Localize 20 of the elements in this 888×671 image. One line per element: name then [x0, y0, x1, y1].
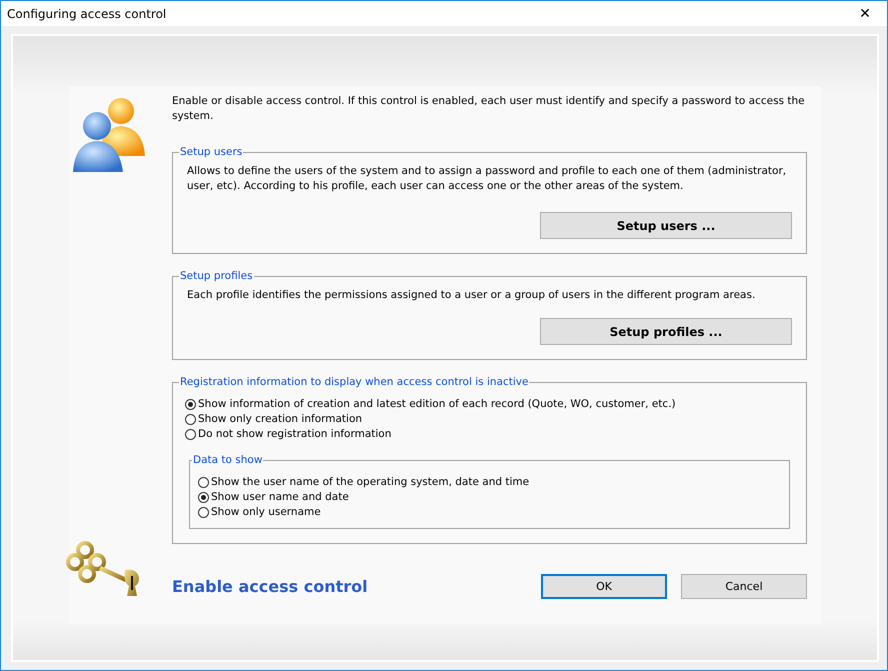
radio-option[interactable]: Show only creation information [185, 413, 792, 425]
cancel-button[interactable]: Cancel [681, 574, 807, 599]
group-title: Setup users [179, 146, 244, 158]
window-title: Configuring access control [7, 6, 166, 20]
ok-button[interactable]: OK [541, 574, 667, 599]
description-text: Allows to define the users of the system and to assign a password and profile to each one of them (administrator, user, etc). According to his profile, each user can access one or the other areas of the system. [187, 164, 788, 194]
group-title: Registration information to display when access control is inactive [179, 376, 530, 388]
group-title: Data to show [192, 454, 264, 466]
radio-option[interactable]: Show user name and date [198, 491, 779, 503]
radio-option[interactable]: Show information of creation and latest edition of each record (Quote, WO, customer, etc.) [185, 398, 792, 410]
close-button[interactable]: ✕ [843, 1, 887, 26]
setup-users-button[interactable]: Setup users ... [540, 212, 792, 239]
intro-text: Enable or disable access control. If this control is enabled, each user must identify and specify a password to access the system. [172, 94, 806, 124]
group-title: Setup profiles [179, 270, 254, 282]
setup-profiles-button[interactable]: Setup profiles ... [540, 318, 792, 345]
radio-option[interactable]: Show the user name of the operating system, date and time [198, 476, 779, 488]
enable-access-label: Enable access control [172, 577, 368, 596]
radio-option[interactable]: Show only username [198, 506, 779, 518]
radio-option[interactable]: Do not show registration information [185, 428, 792, 440]
description-text: Each profile identifies the permissions assigned to a user or a group of users in the different program areas. [187, 288, 756, 303]
